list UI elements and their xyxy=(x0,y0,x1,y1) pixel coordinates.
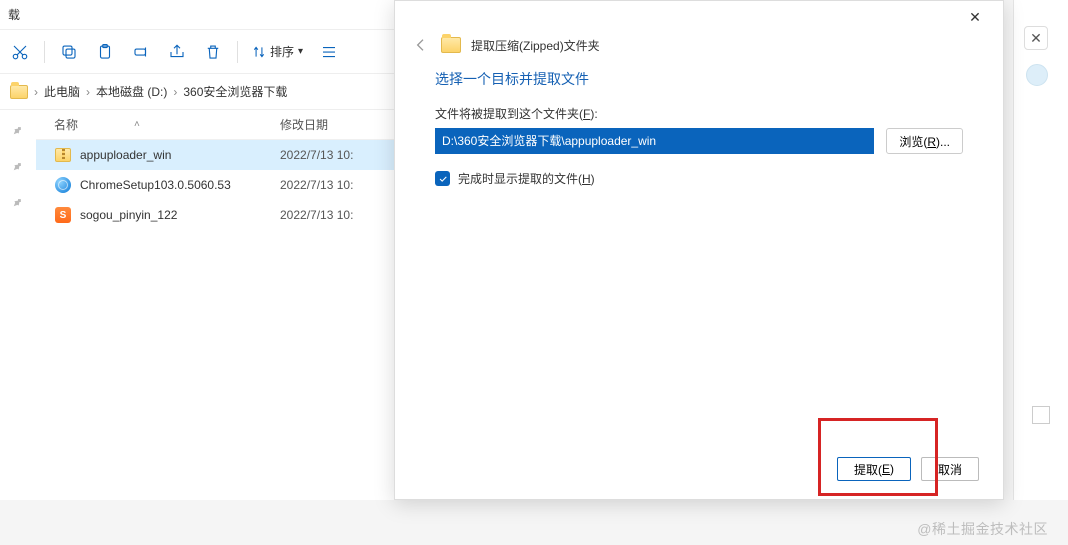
toolbar-divider xyxy=(237,41,238,63)
paste-icon[interactable] xyxy=(89,36,121,68)
table-row[interactable]: ChromeSetup103.0.5060.53 2022/7/13 10: xyxy=(36,170,400,200)
share-icon[interactable] xyxy=(161,36,193,68)
checkbox-checked-icon[interactable] xyxy=(435,171,450,186)
dialog-title: 提取压缩(Zipped)文件夹 xyxy=(471,37,600,54)
explorer-title: 载 xyxy=(0,0,400,30)
pin-icon xyxy=(10,122,27,139)
background-badge xyxy=(1026,64,1048,86)
column-headers[interactable]: 名称˄ 修改日期 xyxy=(36,110,400,140)
sort-label: 排序 xyxy=(270,43,294,60)
sogou-icon: S xyxy=(55,207,71,223)
file-list: 名称˄ 修改日期 appuploader_win2022/7/13 10:Chr… xyxy=(36,110,400,500)
breadcrumb-item[interactable]: 360安全浏览器下载 xyxy=(183,83,287,100)
breadcrumb-item[interactable]: 本地磁盘 (D:) xyxy=(96,83,167,100)
background-checkbox xyxy=(1032,406,1050,424)
watermark: @稀土掘金技术社区 xyxy=(917,519,1048,539)
col-name-header[interactable]: 名称 xyxy=(54,116,78,133)
pin-column xyxy=(0,110,36,500)
delete-icon[interactable] xyxy=(197,36,229,68)
show-files-label: 完成时显示提取的文件(H) xyxy=(458,170,595,187)
file-name: appuploader_win xyxy=(80,148,171,162)
background-close-button[interactable]: ✕ xyxy=(1024,26,1048,50)
explorer-toolbar: 排序 ▾ xyxy=(0,30,400,74)
exe-icon xyxy=(55,177,71,193)
file-date: 2022/7/13 10: xyxy=(280,208,400,222)
pin-icon xyxy=(10,158,27,175)
close-button[interactable]: ✕ xyxy=(953,2,997,32)
copy-icon[interactable] xyxy=(53,36,85,68)
show-files-checkbox-row[interactable]: 完成时显示提取的文件(H) xyxy=(435,170,963,187)
file-name: ChromeSetup103.0.5060.53 xyxy=(80,178,231,192)
folder-icon xyxy=(10,85,28,99)
background-panel: ✕ xyxy=(1013,0,1068,500)
file-explorer-window: 载 排序 ▾ › 此电脑 › 本地磁盘 (D:) › 360安全浏览器下载 xyxy=(0,0,400,500)
extract-button[interactable]: 提取(E) xyxy=(837,457,911,481)
path-label: 文件将被提取到这个文件夹(F): xyxy=(435,105,963,122)
browse-button[interactable]: 浏览(R)... xyxy=(886,128,963,154)
file-name: sogou_pinyin_122 xyxy=(80,208,177,222)
file-date: 2022/7/13 10: xyxy=(280,178,400,192)
extract-dialog: ✕ 提取压缩(Zipped)文件夹 选择一个目标并提取文件 文件将被提取到这个文… xyxy=(394,0,1004,500)
cancel-button[interactable]: 取消 xyxy=(921,457,979,481)
table-row[interactable]: Ssogou_pinyin_122 2022/7/13 10: xyxy=(36,200,400,230)
destination-path-input[interactable] xyxy=(435,128,874,154)
col-date-header[interactable]: 修改日期 xyxy=(280,116,400,133)
view-icon[interactable] xyxy=(313,36,345,68)
back-button[interactable] xyxy=(411,35,431,55)
zip-folder-icon xyxy=(441,37,461,53)
pin-icon xyxy=(10,194,27,211)
sort-button[interactable]: 排序 ▾ xyxy=(246,39,309,64)
cut-icon[interactable] xyxy=(4,36,36,68)
zip-icon xyxy=(55,148,71,162)
dialog-heading: 选择一个目标并提取文件 xyxy=(435,69,963,89)
table-row[interactable]: appuploader_win 2022/7/13 10: xyxy=(36,140,400,170)
rename-icon[interactable] xyxy=(125,36,157,68)
toolbar-divider xyxy=(44,41,45,63)
breadcrumb-item[interactable]: 此电脑 xyxy=(44,83,80,100)
breadcrumb[interactable]: › 此电脑 › 本地磁盘 (D:) › 360安全浏览器下载 xyxy=(0,74,400,110)
file-date: 2022/7/13 10: xyxy=(280,148,400,162)
